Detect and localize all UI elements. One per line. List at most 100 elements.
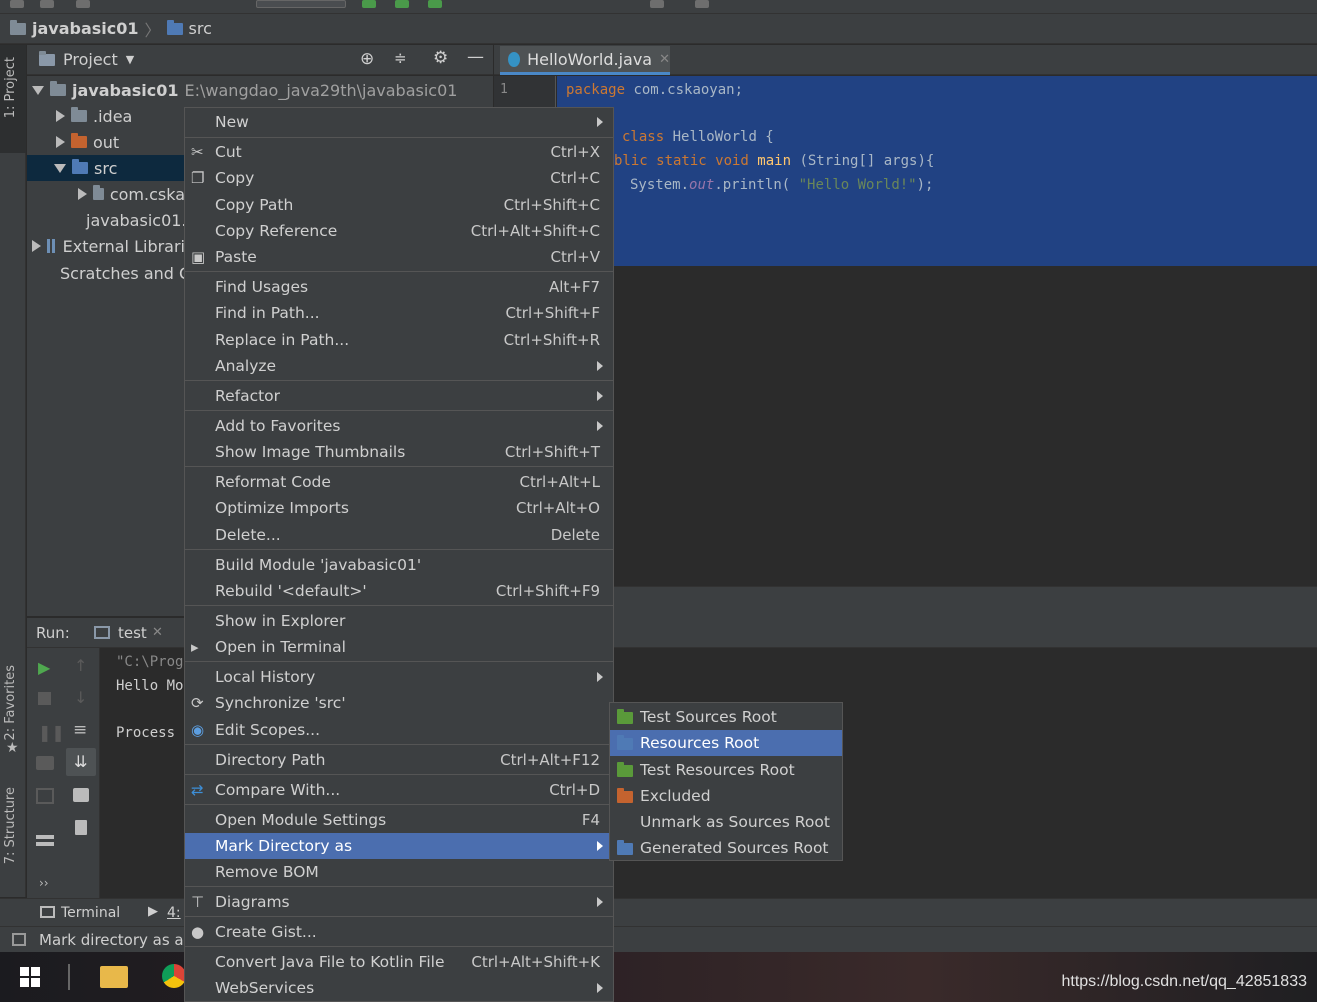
toolbar-icon[interactable] (10, 0, 24, 8)
submenu-item-test-resources-root[interactable]: Test Resources Root (610, 757, 842, 783)
tree-item-src[interactable]: src (54, 155, 117, 181)
menu-item-edit-scopes[interactable]: ◉ Edit Scopes... (185, 717, 613, 743)
menu-item-show-image-thumbnails[interactable]: Show Image Thumbnails Ctrl+Shift+T (185, 439, 613, 465)
menu-item-copy-reference[interactable]: Copy Reference Ctrl+Alt+Shift+C (185, 218, 613, 244)
navigation-bar: javabasic01 〉 src (0, 14, 1317, 44)
save-icon[interactable] (695, 0, 709, 8)
expand-arrow-icon[interactable] (56, 136, 65, 148)
submenu-item-generated-sources-root[interactable]: Generated Sources Root (610, 835, 842, 861)
menu-item-delete[interactable]: Delete... Delete (185, 522, 613, 548)
up-arrow-icon[interactable]: ↑ (74, 656, 87, 675)
expand-arrow-icon[interactable] (32, 85, 44, 95)
close-icon[interactable]: ✕ (152, 625, 163, 640)
menu-item-create-gist[interactable]: ● Create Gist... (185, 919, 613, 945)
soft-wrap-icon[interactable]: ≡ (73, 720, 87, 740)
menu-item-local-history[interactable]: Local History (185, 664, 613, 690)
run-toolbar-primary: ▶ ❚❚ ›› (27, 648, 65, 898)
tree-item-root[interactable]: javabasic01 E:\wangdao_java29th\javabasi… (32, 77, 457, 103)
menu-item-open-in-terminal[interactable]: ▸ Open in Terminal (185, 634, 613, 660)
expand-arrow-icon[interactable] (32, 240, 41, 252)
hide-icon[interactable]: — (467, 47, 484, 67)
menu-item-synchronize-src[interactable]: ⟳ Synchronize 'src' (185, 690, 613, 716)
run-tab-label[interactable]: test (118, 624, 147, 642)
search-icon[interactable] (650, 0, 664, 8)
more-icon[interactable]: ›› (39, 876, 49, 890)
menu-item-copy-path[interactable]: Copy Path Ctrl+Shift+C (185, 192, 613, 218)
menu-item-add-to-favorites[interactable]: Add to Favorites (185, 413, 613, 439)
tree-item-libraries[interactable]: External Librari (32, 233, 185, 259)
submenu-item-resources-root[interactable]: Resources Root (610, 730, 842, 756)
tree-item-iml[interactable]: javabasic01. (80, 207, 185, 233)
menu-item-rebuild-default[interactable]: Rebuild '<default>' Ctrl+Shift+F9 (185, 578, 613, 604)
submenu-item-unmark-as-sources-root[interactable]: Unmark as Sources Root (610, 809, 842, 835)
run-config-selector[interactable] (256, 0, 346, 8)
file-explorer-icon[interactable] (100, 966, 128, 988)
breadcrumb-project[interactable]: javabasic01 (32, 19, 139, 38)
collapse-icon[interactable]: ≑ (394, 49, 407, 67)
locate-icon[interactable]: ⊕ (360, 49, 374, 69)
restore-layout-icon[interactable] (36, 788, 54, 804)
debug-icon[interactable] (395, 0, 409, 8)
rerun-icon[interactable]: ▶ (38, 658, 50, 677)
menu-item-replace-in-path[interactable]: Replace in Path... Ctrl+Shift+R (185, 327, 613, 353)
run-icon[interactable] (362, 0, 376, 8)
menu-item-diagrams[interactable]: ⊤ Diagrams (185, 889, 613, 915)
menu-item-remove-bom[interactable]: Remove BOM (185, 859, 613, 885)
menu-item-build-module-javabasic01[interactable]: Build Module 'javabasic01' (185, 552, 613, 578)
coverage-icon[interactable] (428, 0, 442, 8)
menu-item-optimize-imports[interactable]: Optimize Imports Ctrl+Alt+O (185, 495, 613, 521)
menu-item-compare-with[interactable]: ⇄ Compare With... Ctrl+D (185, 777, 613, 803)
toolbar-icon[interactable] (40, 0, 54, 8)
tree-item-package[interactable]: com.cska (78, 181, 185, 207)
menu-item-copy[interactable]: ❐ Copy Ctrl+C (185, 165, 613, 191)
menu-item-find-usages[interactable]: Find Usages Alt+F7 (185, 274, 613, 300)
expand-arrow-icon[interactable] (56, 110, 65, 122)
terminal-tab[interactable]: Terminal (61, 905, 120, 921)
windows-start-icon[interactable] (20, 967, 40, 987)
menu-item-webservices[interactable]: WebServices (185, 975, 613, 1001)
trash-icon[interactable] (75, 820, 87, 835)
tree-item-idea[interactable]: .idea (56, 103, 132, 129)
down-arrow-icon[interactable]: ↓ (74, 688, 87, 707)
submenu-item-excluded[interactable]: Excluded (610, 783, 842, 809)
menu-item-label: Refactor (215, 387, 281, 405)
menu-item-open-module-settings[interactable]: Open Module Settings F4 (185, 807, 613, 833)
menu-item-label: Synchronize 'src' (215, 694, 346, 712)
menu-item-cut[interactable]: ✂ Cut Ctrl+X (185, 139, 613, 165)
status-toggle-icon[interactable] (12, 933, 26, 946)
camera-icon[interactable] (36, 756, 54, 770)
panel-splitter[interactable] (557, 586, 1317, 618)
breadcrumb-src[interactable]: src (189, 19, 212, 38)
menu-item-paste[interactable]: ▣ Paste Ctrl+V (185, 244, 613, 270)
menu-item-analyze[interactable]: Analyze (185, 353, 613, 379)
structure-tool-label[interactable]: 7: Structure (3, 787, 18, 864)
editor-tab[interactable]: HelloWorld.java ✕ (500, 46, 670, 75)
gear-icon[interactable]: ⚙ (433, 48, 448, 68)
menu-item-directory-path[interactable]: Directory Path Ctrl+Alt+F12 (185, 747, 613, 773)
menu-item-refactor[interactable]: Refactor (185, 383, 613, 409)
menu-item-mark-directory-as[interactable]: Mark Directory as (185, 833, 613, 859)
layout-icon[interactable] (36, 832, 54, 846)
toolbar-icon[interactable] (76, 0, 90, 8)
run-label: Run: (36, 624, 70, 642)
close-icon[interactable]: ✕ (659, 52, 670, 67)
tree-item-out[interactable]: out (56, 129, 119, 155)
menu-item-convert-java-file-to-kotlin-file[interactable]: Convert Java File to Kotlin File Ctrl+Alt… (185, 949, 613, 975)
run-tool-tab[interactable]: 4: (167, 905, 181, 921)
expand-arrow-icon[interactable] (78, 188, 87, 200)
stop-icon[interactable] (38, 692, 51, 705)
menu-item-show-in-explorer[interactable]: Show in Explorer (185, 608, 613, 634)
project-view-title[interactable]: Project (63, 50, 118, 69)
menu-item-reformat-code[interactable]: Reformat Code Ctrl+Alt+L (185, 469, 613, 495)
chrome-icon[interactable] (162, 964, 186, 988)
tree-item-scratches[interactable]: Scratches and C (54, 260, 185, 286)
chevron-down-icon[interactable]: ▼ (126, 53, 134, 66)
expand-arrow-icon[interactable] (54, 163, 66, 173)
favorites-tool-label[interactable]: 2: Favorites (3, 665, 18, 741)
project-tool-label[interactable]: 1: Project (3, 57, 18, 118)
menu-item-new[interactable]: New (185, 109, 613, 135)
print-icon[interactable] (73, 788, 89, 802)
pause-icon[interactable]: ❚❚ (38, 723, 65, 742)
submenu-item-test-sources-root[interactable]: Test Sources Root (610, 704, 842, 730)
menu-item-find-in-path[interactable]: Find in Path... Ctrl+Shift+F (185, 300, 613, 326)
